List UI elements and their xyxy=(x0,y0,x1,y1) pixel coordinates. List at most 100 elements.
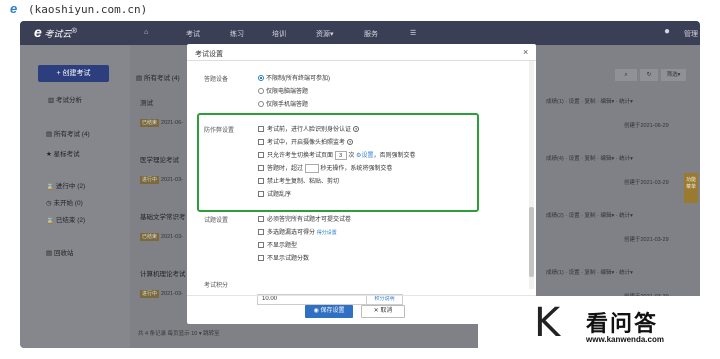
nav-resources[interactable]: 资源▾ xyxy=(316,29,334,39)
status-badge: 已结束 2021-03- xyxy=(140,233,183,241)
trademark-mark: ® xyxy=(71,26,77,35)
sidebar-item-starred[interactable]: ★ 星标考试 xyxy=(46,148,80,158)
exam-title[interactable]: 医学理论考试 xyxy=(140,154,179,164)
dialog-title: 考试设置 xyxy=(195,51,223,58)
close-icon[interactable]: × xyxy=(523,47,528,57)
status-badge-label: 进行中 xyxy=(140,176,160,184)
brand-name: 看问答 xyxy=(586,311,659,336)
checkbox-icon[interactable] xyxy=(258,216,264,223)
exam-date: 2021-03- xyxy=(160,291,183,297)
status-badge-label: 已结束 xyxy=(140,233,160,241)
dialog-header: 考试设置 × xyxy=(187,44,536,61)
row-actions: 成绩(1) · 设置 · 复制 · 编辑▾ · 统计▾ xyxy=(546,99,633,105)
list-header-label: 所有考试 (4) xyxy=(143,75,180,82)
cancel-button[interactable]: ✕ 取消 xyxy=(361,305,405,318)
stats-action[interactable]: 统计▾ xyxy=(619,156,633,162)
sidebar-item-label: 星标考试 xyxy=(53,151,80,158)
create-exam-button[interactable]: + 创建考试 xyxy=(38,65,109,82)
copy-action[interactable]: 复制 xyxy=(585,213,596,219)
device-option-label: 不限制(所有终端可参加) xyxy=(266,76,330,82)
app-logo[interactable]: e 考试云® xyxy=(34,24,77,40)
device-option-pc[interactable]: 仅限电脑端答题 xyxy=(258,86,308,95)
radio-icon[interactable] xyxy=(258,101,264,108)
exam-settings-label: 试题设置 xyxy=(204,218,229,224)
score-action[interactable]: 成绩(1) xyxy=(546,99,564,105)
create-exam-label: 创建考试 xyxy=(62,70,91,77)
checkbox-icon[interactable] xyxy=(258,255,264,262)
refresh-icon[interactable]: ↻ xyxy=(640,69,658,81)
dialog-scrollbar[interactable] xyxy=(529,61,534,289)
sidebar-item-ongoing[interactable]: ⌛ 进行中 (2) xyxy=(46,180,85,190)
exam-analysis-label: 考试分析 xyxy=(55,97,82,104)
search-icon[interactable]: ⌕ xyxy=(615,69,637,81)
exam-title[interactable]: 测试 xyxy=(140,97,153,107)
exam-title[interactable]: 基础文学常识考 xyxy=(140,211,186,221)
list-icon: ▤ xyxy=(46,131,53,138)
nav-training[interactable]: 培训 xyxy=(272,29,286,39)
list-icon: ▤ xyxy=(136,75,143,82)
edit-action[interactable]: 编辑▾ xyxy=(600,156,614,162)
user-name[interactable]: 管理 xyxy=(684,29,698,39)
settings-action[interactable]: 设置 xyxy=(569,99,580,105)
score-settings-link[interactable]: 得分设置 xyxy=(317,230,337,236)
per-page-select[interactable]: 10 ▾ xyxy=(191,331,201,337)
nav-service[interactable]: 服务 xyxy=(364,29,378,39)
sidebar-item-ended[interactable]: ⌛ 已结束 (2) xyxy=(46,214,85,224)
stats-action[interactable]: 统计▾ xyxy=(619,270,633,276)
hourglass-icon: ⌛ xyxy=(46,183,55,190)
hide-score-checkbox[interactable]: 不显示试题分数 xyxy=(258,253,309,262)
sidebar-item-notstarted[interactable]: ◷ 未开始 (0) xyxy=(46,197,83,207)
copy-action[interactable]: 复制 xyxy=(585,99,596,105)
total-records: 共 4 条记录 xyxy=(138,331,167,337)
status-badge: 已结束 2021-06- xyxy=(140,119,183,127)
copy-action[interactable]: 复制 xyxy=(585,270,596,276)
settings-action[interactable]: 设置 xyxy=(569,270,580,276)
anti-cheat-highlight-box xyxy=(197,113,479,212)
chart-icon: ▥ xyxy=(48,97,55,104)
status-badge: 进行中 2021-03- xyxy=(140,176,183,184)
settings-action[interactable]: 设置 xyxy=(569,156,580,162)
score-action[interactable]: 成绩(4) xyxy=(546,156,564,162)
must-answer-all-checkbox[interactable]: 必须答完所有试题才可提交试卷 xyxy=(258,214,351,223)
cancel-label: 取消 xyxy=(380,308,393,314)
stats-action[interactable]: 统计▾ xyxy=(619,99,633,105)
user-avatar-icon[interactable]: ● xyxy=(664,26,670,37)
app-logo-text: 考试云 xyxy=(44,29,72,39)
radio-selected-icon[interactable] xyxy=(258,75,264,82)
sidebar-item-trash[interactable]: ▤ 回收站 xyxy=(46,247,73,257)
row-actions: 成绩(2) · 设置 · 复制 · 编辑▾ · 统计▾ xyxy=(546,213,633,219)
exam-analysis-link[interactable]: ▥ 考试分析 xyxy=(48,94,82,104)
filter-button[interactable]: 筛选▾ xyxy=(661,69,686,81)
nav-exam[interactable]: 考试 xyxy=(186,29,200,39)
sidebar-item-all[interactable]: ▤ 所有考试 (4) xyxy=(46,128,90,138)
exam-title[interactable]: 计算机理论考试 xyxy=(140,268,186,278)
stats-action[interactable]: 统计▾ xyxy=(619,213,633,219)
radio-icon[interactable] xyxy=(258,88,264,95)
sidebar-item-label: 已结束 (2) xyxy=(55,217,86,224)
copy-action[interactable]: 复制 xyxy=(585,156,596,162)
watermark-url: (kaoshiyun.com.cn) xyxy=(28,3,148,16)
trash-icon: ▤ xyxy=(46,250,53,257)
device-option-mobile[interactable]: 仅限手机端答题 xyxy=(258,99,308,108)
save-button[interactable]: ◉ 保存设置 xyxy=(305,305,353,318)
partial-score-checkbox[interactable]: 多选题漏选可得分 得分设置 xyxy=(258,227,337,236)
edit-action[interactable]: 编辑▾ xyxy=(600,213,614,219)
checkbox-icon[interactable] xyxy=(258,242,264,249)
checkbox-label: 不显示试题分数 xyxy=(267,256,310,262)
edit-action[interactable]: 编辑▾ xyxy=(600,270,614,276)
checkbox-icon[interactable] xyxy=(258,229,264,236)
settings-action[interactable]: 设置 xyxy=(569,213,580,219)
menu-grid-icon[interactable]: ☰ xyxy=(410,29,416,37)
score-action[interactable]: 成绩(2) xyxy=(546,213,564,219)
device-option-all[interactable]: 不限制(所有终端可参加) xyxy=(258,73,330,82)
hide-type-checkbox[interactable]: 不显示题型 xyxy=(258,240,297,249)
score-action[interactable]: 成绩(1) xyxy=(546,270,564,276)
status-badge-label: 进行中 xyxy=(140,290,160,298)
home-icon[interactable]: ⌂ xyxy=(144,29,148,36)
side-menu-tab[interactable]: 功能菜单 xyxy=(684,173,698,203)
scrollbar-thumb[interactable] xyxy=(529,207,534,277)
nav-practice[interactable]: 练习 xyxy=(230,29,244,39)
edit-action[interactable]: 编辑▾ xyxy=(600,99,614,105)
score-label: 考试积分 xyxy=(204,283,229,289)
checkbox-label: 不显示题型 xyxy=(267,243,298,249)
